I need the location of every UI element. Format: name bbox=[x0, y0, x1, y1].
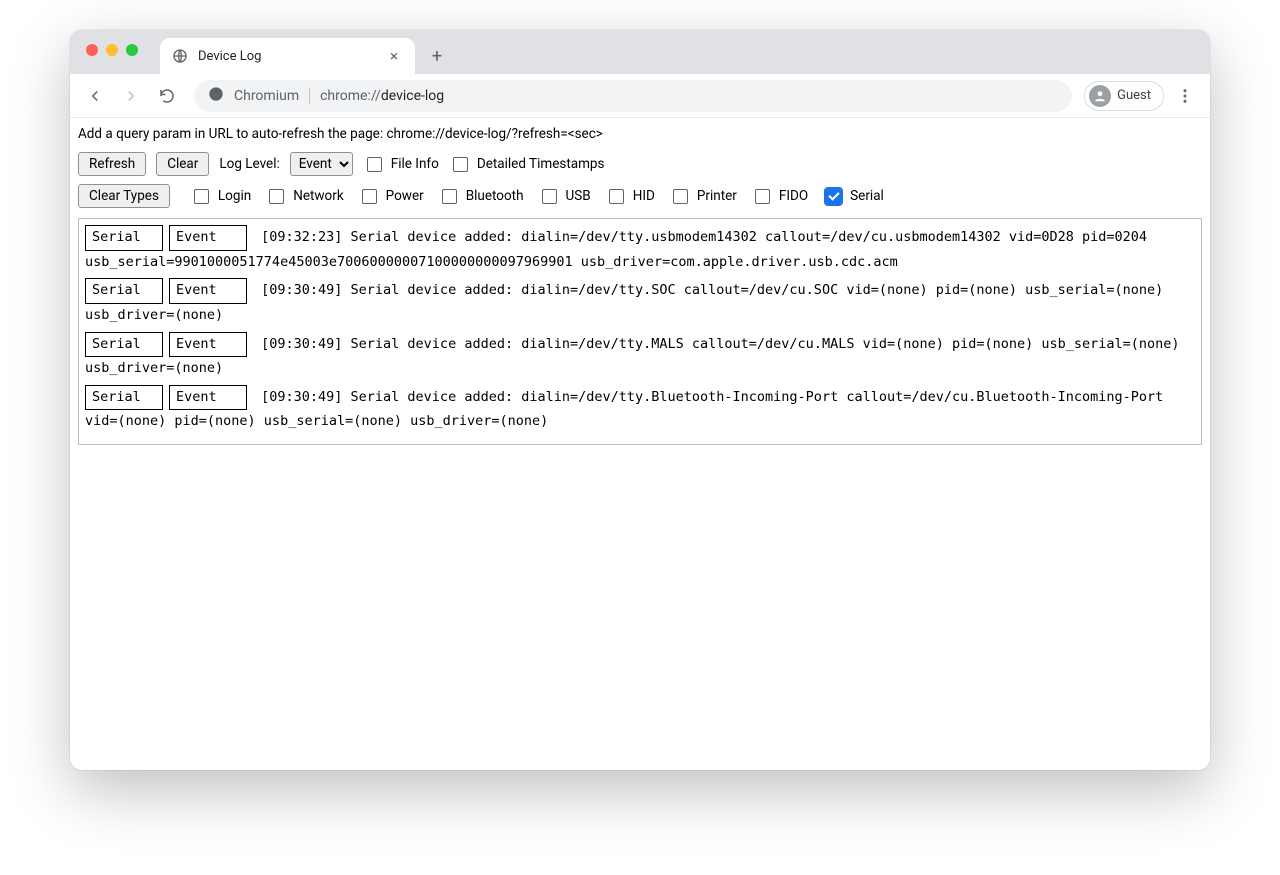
log-entry: SerialEvent [09:30:49] Serial device add… bbox=[85, 332, 1195, 381]
type-filter-input[interactable] bbox=[542, 189, 557, 204]
type-filter-bluetooth[interactable]: Bluetooth bbox=[438, 186, 524, 207]
type-filter-input[interactable] bbox=[609, 189, 624, 204]
type-filter-input[interactable] bbox=[269, 189, 284, 204]
log-category-tag: Serial bbox=[85, 385, 163, 411]
type-filter-usb[interactable]: USB bbox=[538, 186, 591, 207]
log-message: [09:30:49] Serial device added: dialin=/… bbox=[85, 336, 1180, 377]
controls-row-2: Clear Types Login Network Power Bluetooth US… bbox=[76, 182, 1204, 214]
log-level-tag: Event bbox=[169, 278, 247, 304]
refresh-button[interactable]: Refresh bbox=[78, 152, 146, 176]
log-entry: SerialEvent [09:32:23] Serial device add… bbox=[85, 225, 1195, 274]
site-info-icon[interactable] bbox=[208, 86, 224, 106]
file-info-checkbox[interactable]: File Info bbox=[363, 154, 439, 175]
log-level-select[interactable]: Event bbox=[290, 152, 353, 176]
type-filter-login[interactable]: Login bbox=[190, 186, 251, 207]
clear-types-button[interactable]: Clear Types bbox=[78, 184, 170, 208]
log-entries: SerialEvent [09:32:23] Serial device add… bbox=[78, 218, 1202, 445]
titlebar: Device Log × + bbox=[70, 30, 1210, 74]
address-bar[interactable]: Chromium chrome://device-log bbox=[194, 80, 1072, 112]
clear-button[interactable]: Clear bbox=[156, 152, 209, 176]
close-window-button[interactable] bbox=[86, 44, 98, 56]
type-filter-power[interactable]: Power bbox=[358, 186, 424, 207]
log-category-tag: Serial bbox=[85, 225, 163, 251]
detailed-ts-checkbox[interactable]: Detailed Timestamps bbox=[449, 154, 605, 175]
profile-label: Guest bbox=[1117, 88, 1151, 103]
type-filter-printer[interactable]: Printer bbox=[669, 186, 737, 207]
type-filters: Login Network Power Bluetooth USB HID Printer F… bbox=[190, 186, 884, 207]
log-level-tag: Event bbox=[169, 225, 247, 251]
type-filter-network[interactable]: Network bbox=[265, 186, 343, 207]
hint-text: Add a query param in URL to auto-refresh… bbox=[76, 124, 1204, 150]
log-entry: SerialEvent [09:30:49] Serial device add… bbox=[85, 385, 1195, 434]
log-level-tag: Event bbox=[169, 332, 247, 358]
profile-chip[interactable]: Guest bbox=[1084, 81, 1164, 111]
type-filter-input[interactable] bbox=[755, 189, 770, 204]
menu-button[interactable] bbox=[1170, 81, 1200, 111]
browser-window: Device Log × + Chromium chrome://device-… bbox=[70, 30, 1210, 770]
type-filter-serial[interactable]: Serial bbox=[822, 186, 884, 207]
site-chip: Chromium bbox=[234, 88, 299, 104]
globe-icon bbox=[172, 48, 188, 64]
reload-button[interactable] bbox=[152, 81, 182, 111]
back-button[interactable] bbox=[80, 81, 110, 111]
log-category-tag: Serial bbox=[85, 332, 163, 358]
type-filter-fido[interactable]: FIDO bbox=[751, 186, 808, 207]
tab-title: Device Log bbox=[198, 49, 261, 64]
type-filter-input[interactable] bbox=[362, 189, 377, 204]
log-level-label: Log Level: bbox=[219, 156, 279, 172]
log-level-tag: Event bbox=[169, 385, 247, 411]
close-tab-button[interactable]: × bbox=[385, 47, 403, 65]
maximize-window-button[interactable] bbox=[126, 44, 138, 56]
controls-row-1: Refresh Clear Log Level: Event File Info… bbox=[76, 150, 1204, 182]
tab-active[interactable]: Device Log × bbox=[160, 38, 415, 74]
log-category-tag: Serial bbox=[85, 278, 163, 304]
type-filter-input[interactable] bbox=[194, 189, 209, 204]
type-filter-hid[interactable]: HID bbox=[605, 186, 655, 207]
toolbar: Chromium chrome://device-log Guest bbox=[70, 74, 1210, 118]
avatar-icon bbox=[1089, 85, 1111, 107]
page-content: Add a query param in URL to auto-refresh… bbox=[70, 118, 1210, 770]
url-text: chrome://device-log bbox=[320, 88, 444, 104]
window-controls bbox=[86, 44, 138, 56]
detailed-ts-input[interactable] bbox=[453, 157, 468, 172]
new-tab-button[interactable]: + bbox=[423, 42, 451, 70]
type-filter-input[interactable] bbox=[826, 189, 841, 204]
file-info-input[interactable] bbox=[367, 157, 382, 172]
type-filter-input[interactable] bbox=[442, 189, 457, 204]
omnibox-divider bbox=[309, 88, 310, 104]
forward-button[interactable] bbox=[116, 81, 146, 111]
minimize-window-button[interactable] bbox=[106, 44, 118, 56]
log-entry: SerialEvent [09:30:49] Serial device add… bbox=[85, 278, 1195, 327]
type-filter-input[interactable] bbox=[673, 189, 688, 204]
